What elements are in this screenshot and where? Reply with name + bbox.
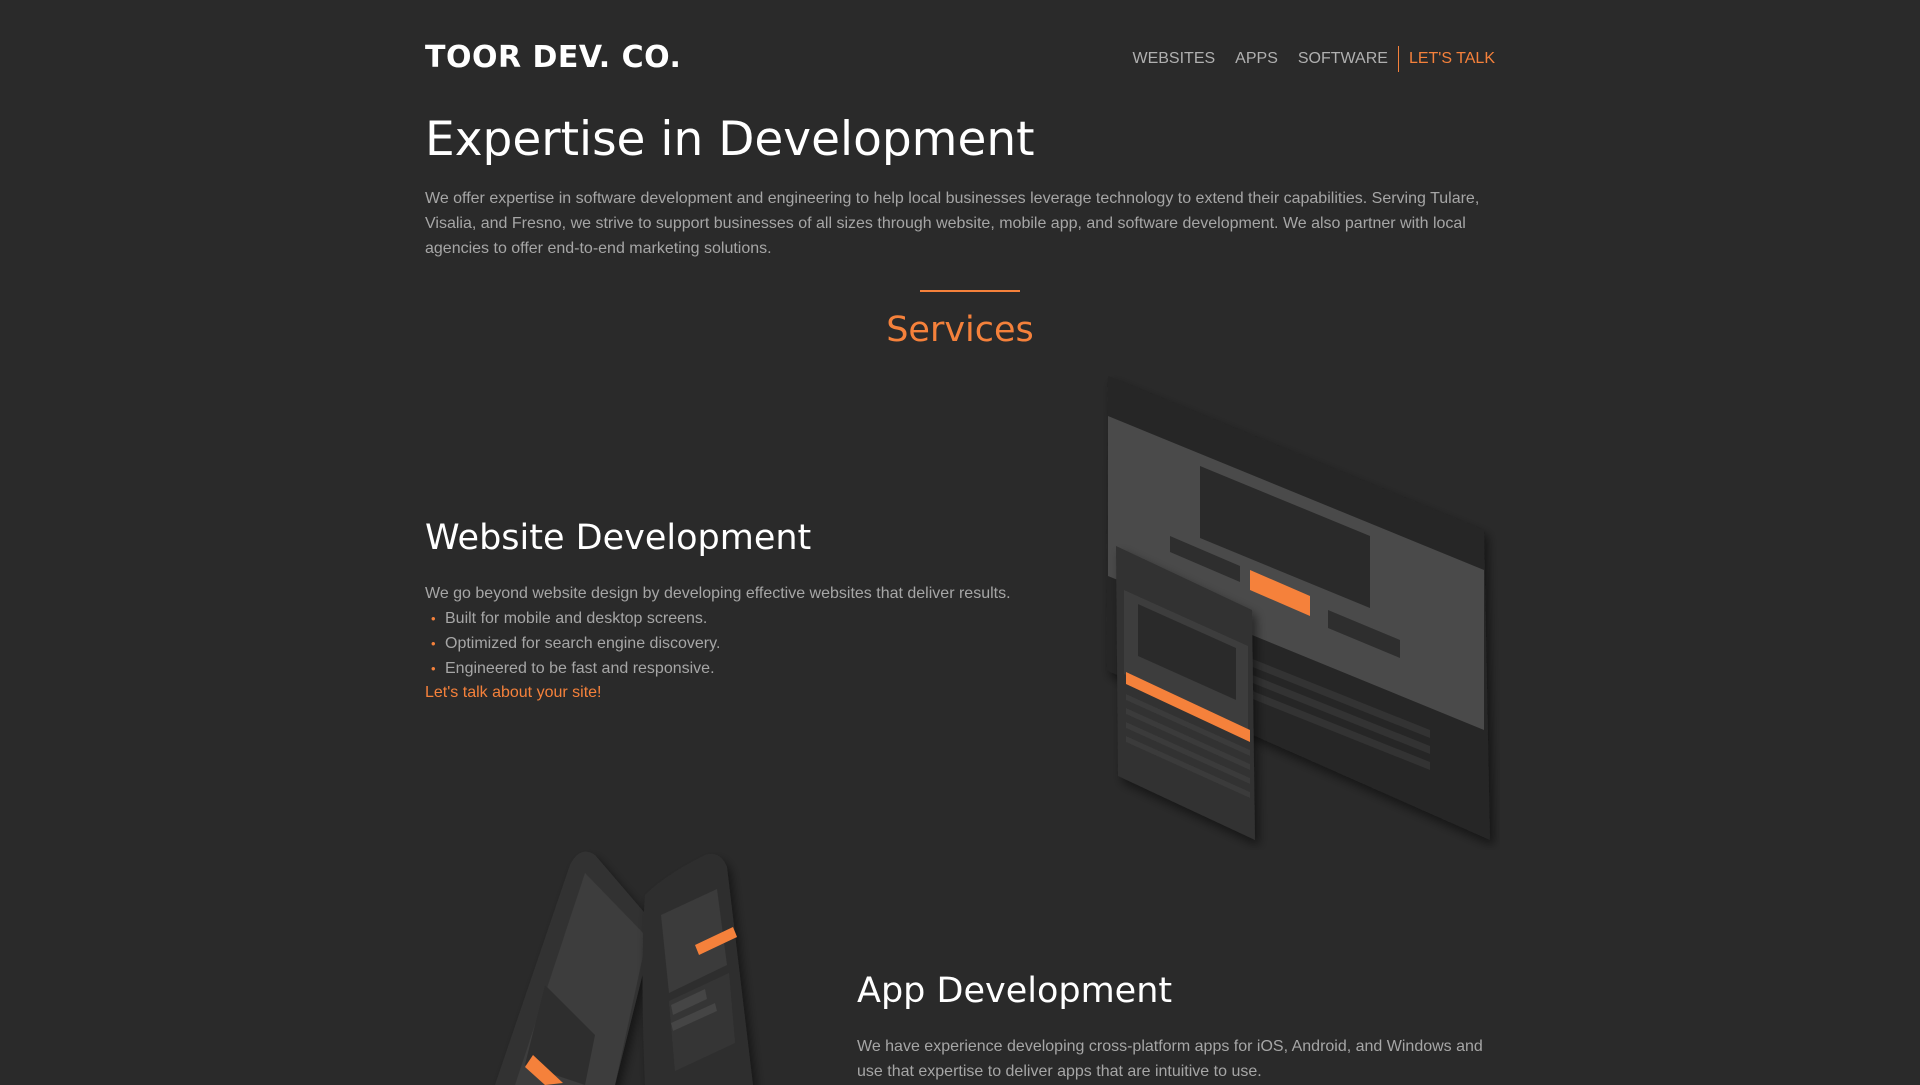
nav-lets-talk[interactable]: LET'S TALK	[1409, 50, 1495, 68]
website-dev-title: Website Development	[425, 518, 812, 558]
site-header: TOOR DEV. CO. WEBSITES APPS SOFTWARE LET…	[425, 36, 1495, 76]
feature-item: Built for mobile and desktop screens.	[425, 606, 720, 631]
website-cta-link[interactable]: Let's talk about your site!	[425, 684, 601, 702]
app-dev-title: App Development	[857, 971, 1173, 1011]
app-devices-illustration	[495, 851, 753, 1085]
feature-item: Optimized for search engine discovery.	[425, 631, 720, 656]
page-title: Expertise in Development	[425, 112, 1035, 167]
nav-software[interactable]: SOFTWARE	[1298, 50, 1388, 68]
website-dev-features: Built for mobile and desktop screens. Op…	[425, 606, 720, 681]
website-devices-illustration	[1106, 376, 1490, 840]
services-heading: Services	[886, 310, 1034, 350]
nav-apps[interactable]: APPS	[1235, 50, 1278, 68]
website-dev-description: We go beyond website design by developin…	[425, 585, 1011, 602]
main-nav: WEBSITES APPS SOFTWARE LET'S TALK	[1112, 46, 1495, 72]
section-divider	[920, 290, 1020, 292]
nav-websites[interactable]: WEBSITES	[1132, 50, 1215, 68]
feature-item: Engineered to be fast and responsive.	[425, 656, 720, 681]
nav-divider	[1397, 46, 1399, 72]
intro-paragraph: We offer expertise in software developme…	[425, 190, 1480, 257]
logo[interactable]: TOOR DEV. CO.	[425, 40, 681, 75]
app-dev-description: We have experience developing cross-plat…	[857, 1038, 1483, 1080]
